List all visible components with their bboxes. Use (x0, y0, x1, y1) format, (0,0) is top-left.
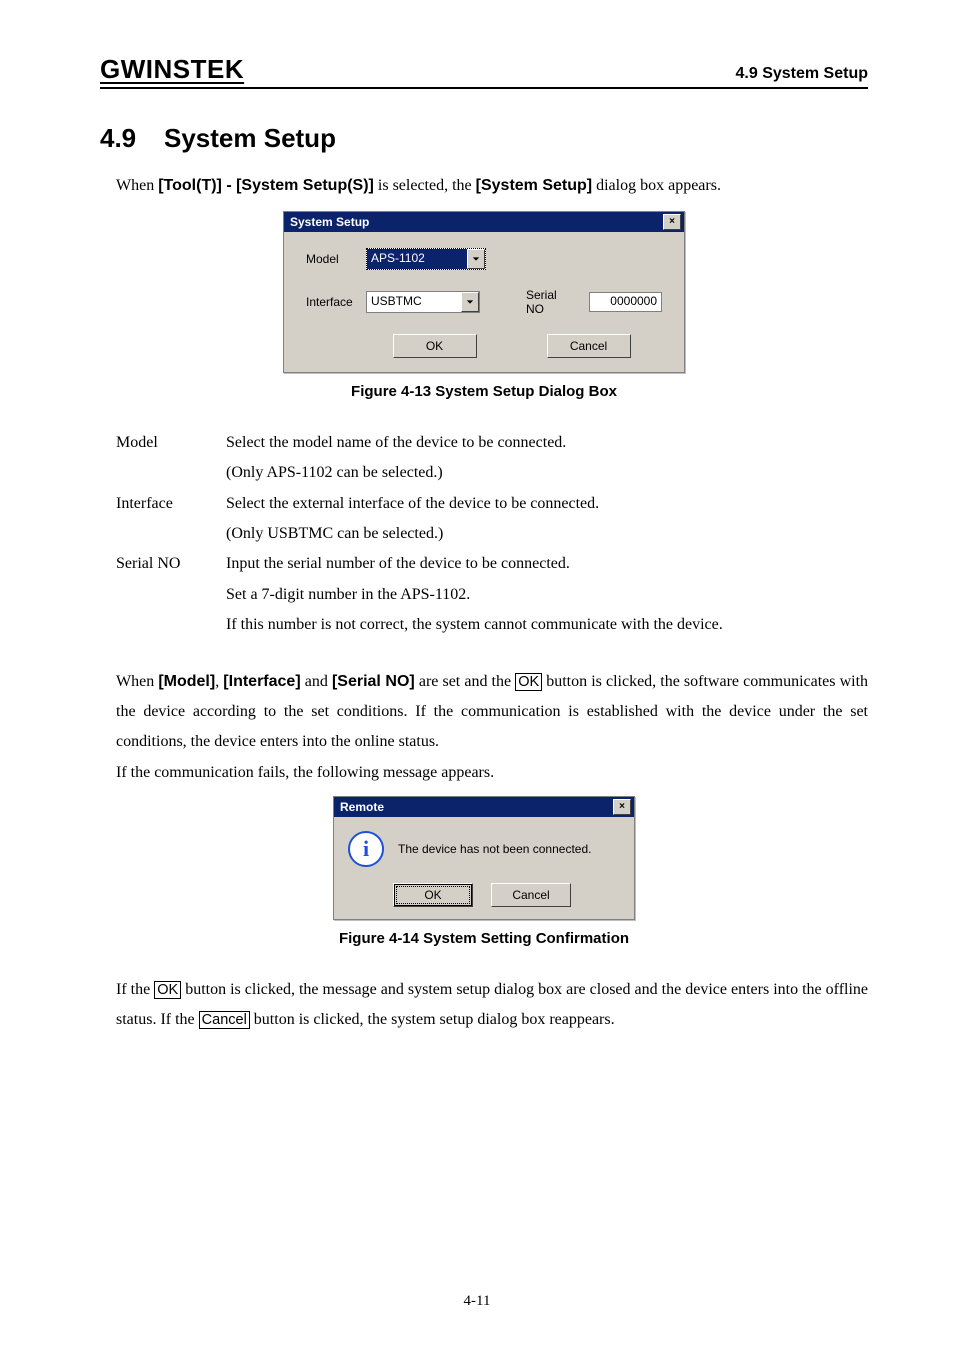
dialog-name: [System Setup] (476, 177, 592, 194)
page-number: 4-11 (0, 1293, 954, 1310)
field-definitions: Model Select the model name of the devic… (116, 428, 868, 641)
chevron-down-icon[interactable] (461, 292, 479, 312)
figure-4-13-caption: Figure 4-13 System Setup Dialog Box (100, 383, 868, 400)
paragraph-failure: If the communication fails, the followin… (116, 758, 868, 788)
close-icon[interactable]: × (663, 214, 681, 230)
ok-button[interactable]: OK (393, 334, 477, 358)
ok-button[interactable]: OK (393, 883, 473, 907)
message-text: The device has not been connected. (398, 842, 591, 856)
figure-4-14-caption: Figure 4-14 System Setting Confirmation (100, 930, 868, 947)
chevron-down-icon[interactable] (467, 249, 485, 269)
header-section-label: 4.9 System Setup (736, 65, 869, 85)
interface-label: Interface (306, 295, 366, 309)
paragraph-result: If the OK button is clicked, the message… (116, 975, 868, 1036)
paragraph-communication: When [Model], [Interface] and [Serial NO… (116, 667, 868, 758)
def-serial-line1: Input the serial number of the device to… (226, 549, 868, 579)
section-title: System Setup (164, 123, 336, 153)
intro-paragraph: When [Tool(T)] - [System Setup(S)] is se… (116, 172, 868, 201)
field-ref-serial: [Serial NO] (332, 673, 415, 690)
ok-keycap: OK (515, 673, 542, 691)
text: When (116, 177, 158, 194)
cancel-button[interactable]: Cancel (491, 883, 571, 907)
remote-message-dialog: Remote × i The device has not been conne… (333, 796, 635, 920)
dialog-title-text: System Setup (290, 215, 369, 229)
def-model-label: Model (116, 428, 226, 458)
def-interface-line1: Select the external interface of the dev… (226, 489, 868, 519)
text: When (116, 673, 158, 690)
def-interface-label: Interface (116, 489, 226, 519)
def-serial-line2: Set a 7-digit number in the APS-1102. (226, 580, 868, 610)
field-ref-model: [Model] (158, 673, 215, 690)
cancel-button[interactable]: Cancel (547, 334, 631, 358)
section-heading: 4.9System Setup (100, 123, 868, 154)
close-icon[interactable]: × (613, 799, 631, 815)
section-number: 4.9 (100, 123, 164, 154)
model-select-value: APS-1102 (367, 249, 467, 269)
menu-path: [Tool(T)] - [System Setup(S)] (158, 177, 374, 194)
figure-4-13: System Setup × Model APS-1102 Interface … (100, 211, 868, 373)
def-serial-label: Serial NO (116, 549, 226, 579)
serial-no-input[interactable]: 0000000 (589, 292, 662, 312)
text: and (301, 673, 332, 690)
model-label: Model (306, 252, 366, 266)
figure-4-14: Remote × i The device has not been conne… (100, 796, 868, 920)
info-icon: i (348, 831, 384, 867)
system-setup-dialog: System Setup × Model APS-1102 Interface … (283, 211, 685, 373)
serial-no-label: Serial NO (526, 288, 575, 316)
def-interface-line2: (Only USBTMC can be selected.) (226, 519, 868, 549)
def-model-line2: (Only APS-1102 can be selected.) (226, 458, 868, 488)
ok-keycap: OK (154, 981, 181, 999)
dialog-title-text: Remote (340, 800, 384, 814)
page-header: GWINSTEK 4.9 System Setup (100, 54, 868, 89)
cancel-keycap: Cancel (199, 1011, 250, 1029)
text: If the (116, 981, 154, 998)
text: button is clicked, the system setup dial… (250, 1011, 615, 1028)
def-serial-line3: If this number is not correct, the syste… (226, 610, 868, 640)
def-model-line1: Select the model name of the device to b… (226, 428, 868, 458)
field-ref-interface: [Interface] (223, 673, 300, 690)
model-select[interactable]: APS-1102 (366, 248, 486, 270)
text: is selected, the (374, 177, 476, 194)
text: are set and the (415, 673, 515, 690)
interface-select[interactable]: USBTMC (366, 291, 480, 313)
brand-logo: GWINSTEK (100, 54, 244, 85)
text: dialog box appears. (592, 177, 721, 194)
dialog-titlebar: Remote × (334, 797, 634, 817)
dialog-titlebar: System Setup × (284, 212, 684, 232)
interface-select-value: USBTMC (367, 292, 461, 312)
